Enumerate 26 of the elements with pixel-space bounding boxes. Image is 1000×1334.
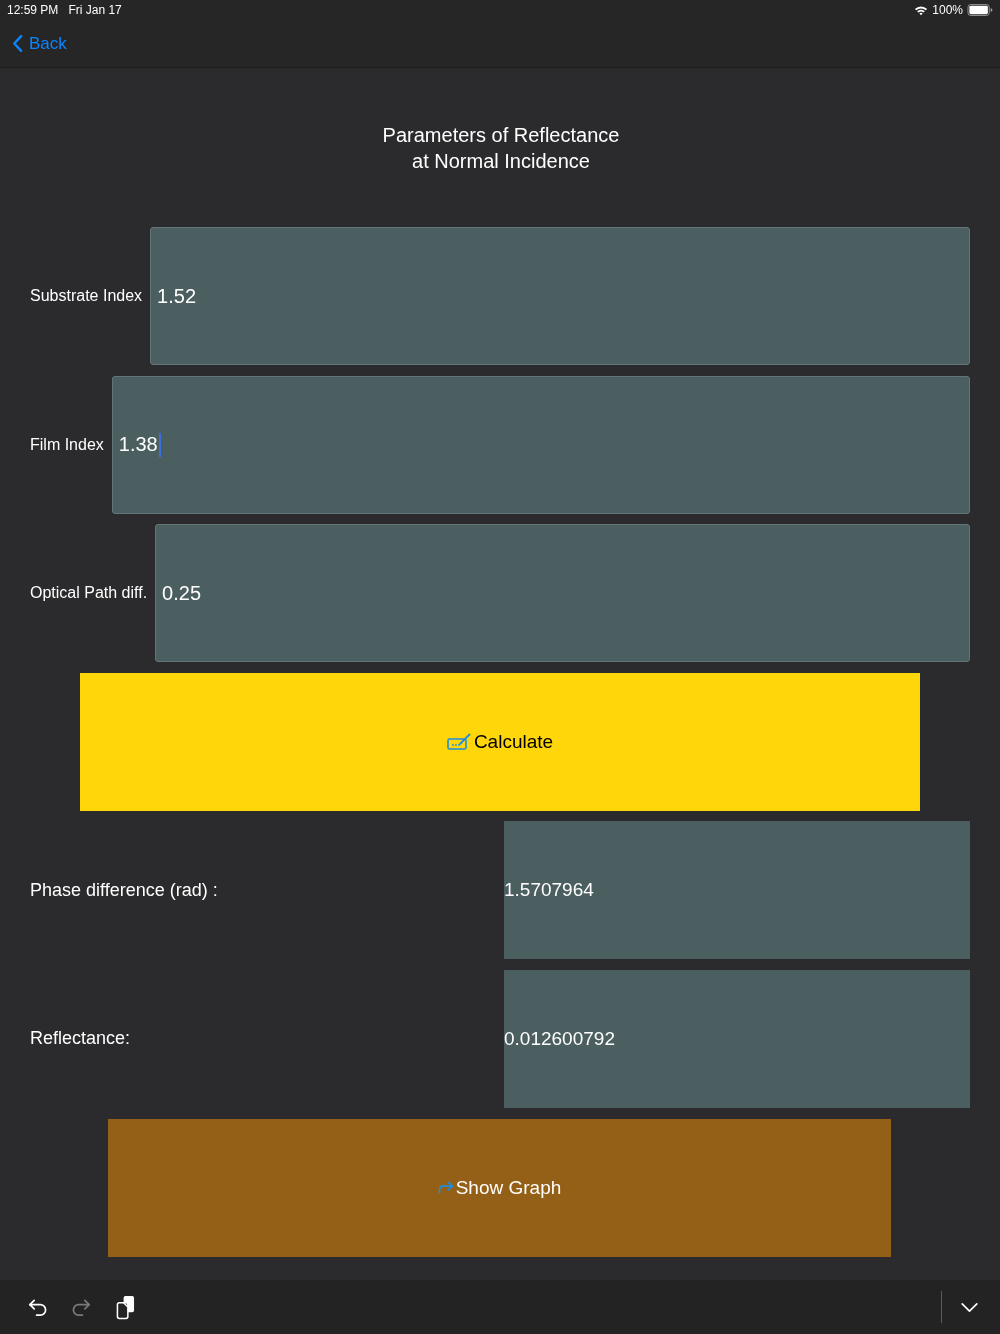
status-time: 12:59 PM bbox=[7, 3, 59, 17]
field-label: Film Index bbox=[30, 435, 104, 454]
back-button[interactable]: Back bbox=[12, 31, 67, 56]
chevron-down-icon bbox=[959, 1301, 979, 1313]
page-title: Parameters of Reflectance at Normal Incidence bbox=[381, 123, 621, 174]
result-label: Reflectance: bbox=[30, 1028, 132, 1050]
input-field[interactable]: 1.52 bbox=[150, 227, 970, 365]
battery-icon bbox=[967, 4, 993, 16]
calculate-button[interactable]: Calculate bbox=[80, 672, 920, 811]
result-label: Phase difference (rad) : bbox=[30, 879, 219, 901]
show-graph-button[interactable]: Show Graph bbox=[108, 1118, 891, 1257]
result-field: 0.012600792 bbox=[504, 969, 970, 1108]
input-field[interactable]: 1.38 bbox=[111, 375, 970, 514]
status-date: Fri Jan 17 bbox=[68, 3, 122, 17]
wifi-icon bbox=[914, 4, 929, 16]
arrow-turn-right-icon bbox=[437, 1181, 455, 1195]
input-field[interactable]: 0.25 bbox=[155, 524, 970, 663]
keyboard-pencil-icon bbox=[446, 733, 471, 751]
chevron-left-icon bbox=[12, 34, 23, 53]
result-field: 1.5707964 bbox=[504, 821, 970, 960]
redo-icon bbox=[70, 1297, 92, 1317]
undo-icon bbox=[26, 1297, 48, 1317]
field-label: Substrate Index bbox=[30, 287, 143, 305]
battery-percent: 100% bbox=[932, 3, 963, 17]
paste-icon bbox=[115, 1294, 135, 1320]
field-label: Optical Path diff. bbox=[30, 584, 148, 603]
